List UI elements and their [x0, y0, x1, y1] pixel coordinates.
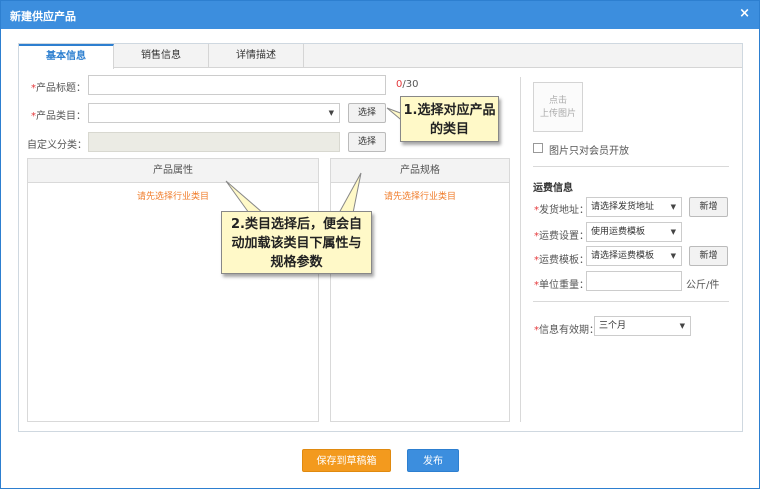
save-draft-button[interactable]: 保存到草稿箱	[302, 449, 391, 472]
members-only-label: 图片只对会员开放	[549, 146, 629, 157]
product-attributes-header: 产品属性	[28, 159, 318, 183]
dropdown-arrow-icon: ▼	[328, 109, 334, 117]
freight-setting-label: *运费设置：	[534, 231, 589, 242]
members-only-checkbox[interactable]	[533, 143, 543, 153]
freight-setting-select[interactable]: 使用运费模板 ▼	[586, 222, 682, 242]
product-attributes-box: 产品属性 请先选择行业类目	[27, 158, 319, 422]
publish-button[interactable]: 发布	[407, 449, 459, 472]
section-divider	[533, 166, 729, 167]
tab-sales-info[interactable]: 销售信息	[114, 44, 209, 68]
tab-basic-info[interactable]: 基本信息	[19, 44, 114, 69]
upload-image-button[interactable]: 点击 上传图片	[533, 82, 583, 132]
validity-select[interactable]: 三个月 ▼	[594, 316, 691, 336]
ship-from-label: *发货地址：	[534, 205, 589, 216]
product-specs-header: 产品规格	[331, 159, 509, 183]
product-title-label: *产品标题：	[31, 83, 86, 94]
callout-auto-load: 2.类目选择后，便会自动加载该类目下属性与规格参数	[221, 211, 372, 274]
unit-weight-unit: 公斤/件	[686, 280, 720, 291]
unit-weight-label: *单位重量：	[534, 280, 589, 291]
tab-bar: 基本信息 销售信息 详情描述	[19, 44, 742, 69]
dialog-titlebar: 新建供应产品 ×	[1, 1, 759, 29]
select-category-button[interactable]: 选择	[348, 103, 386, 123]
select-custom-category-button[interactable]: 选择	[348, 132, 386, 152]
custom-category-input	[88, 132, 340, 152]
add-ship-from-button[interactable]: 新增	[689, 197, 728, 217]
validity-label: *信息有效期：	[534, 325, 599, 336]
dialog-title: 新建供应产品	[10, 10, 76, 23]
dropdown-arrow-icon: ▼	[670, 228, 676, 236]
freight-template-select[interactable]: 请选择运费模板 ▼	[586, 246, 682, 266]
product-title-input[interactable]	[88, 75, 386, 95]
product-category-label: *产品类目：	[31, 111, 86, 122]
callout-select-category: 1.选择对应产品的类目	[400, 96, 499, 142]
attributes-hint: 请先选择行业类目	[136, 192, 209, 202]
add-freight-template-button[interactable]: 新增	[689, 246, 728, 266]
column-divider	[520, 77, 521, 422]
tab-detail-description[interactable]: 详情描述	[209, 44, 304, 68]
title-char-counter: 0/30	[396, 79, 419, 90]
dropdown-arrow-icon: ▼	[679, 322, 685, 330]
dropdown-arrow-icon: ▼	[670, 203, 676, 211]
unit-weight-input[interactable]	[586, 271, 682, 291]
product-specs-box: 产品规格 请先选择行业类目	[330, 158, 510, 422]
ship-from-select[interactable]: 请选择发货地址 ▼	[586, 197, 682, 217]
product-category-select[interactable]: ▼	[88, 103, 340, 123]
freight-template-label: *运费模板：	[534, 255, 589, 266]
shipping-section-title: 运费信息	[533, 183, 573, 194]
new-product-dialog: 新建供应产品 × 基本信息 销售信息 详情描述 *产品标题： 0/30 *产品类…	[0, 0, 760, 489]
specs-hint: 请先选择行业类目	[383, 192, 456, 202]
close-icon[interactable]: ×	[739, 6, 750, 21]
dropdown-arrow-icon: ▼	[670, 252, 676, 260]
custom-category-label: 自定义分类：	[27, 140, 87, 151]
section-divider	[533, 301, 729, 302]
